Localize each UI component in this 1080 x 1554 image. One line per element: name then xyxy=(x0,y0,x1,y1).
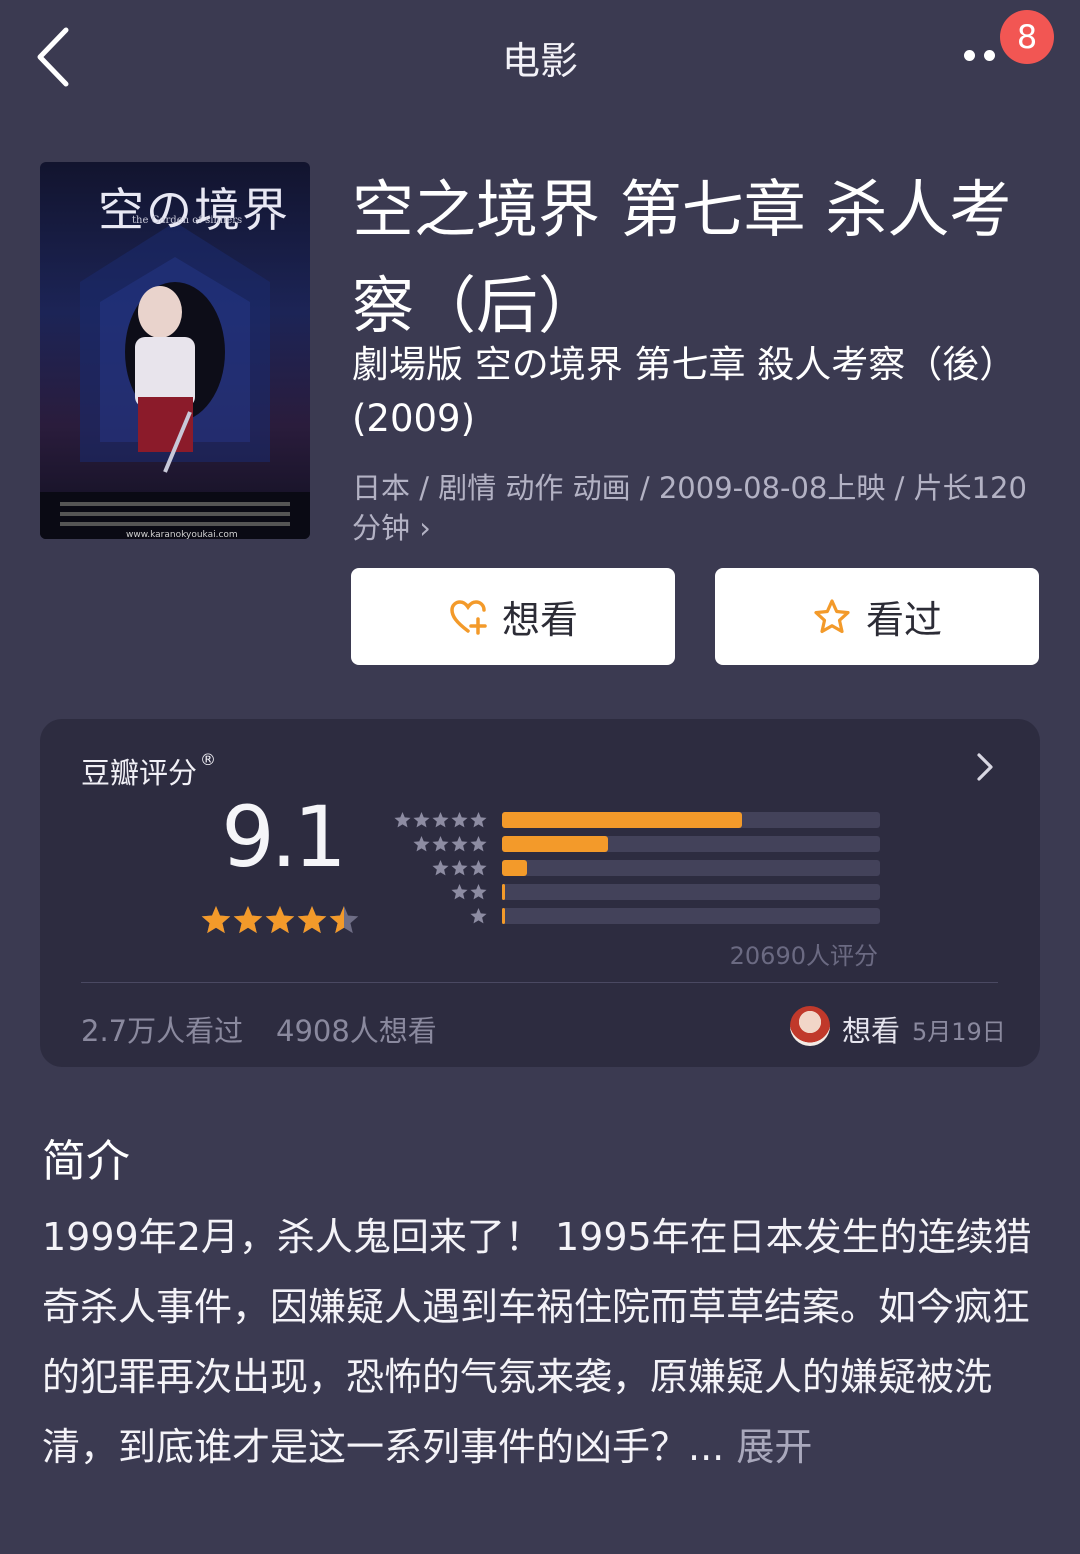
movie-title: 空之境界 第七章 杀人考察（后） xyxy=(352,173,1012,342)
more-dot-icon xyxy=(964,50,975,61)
mini-star-icon xyxy=(451,836,468,852)
original-title: 劇場版 空の境界 第七章 殺人考察（後）(2009) xyxy=(352,343,1017,440)
rating-stars xyxy=(201,906,359,934)
mini-stars-icon xyxy=(432,860,487,876)
mini-star-icon xyxy=(451,860,468,876)
poster-url-text: www.karanokyoukai.com xyxy=(126,530,238,540)
registered-mark: ® xyxy=(200,750,217,769)
rating-bar-fill xyxy=(502,908,505,924)
rating-score: 9.1 xyxy=(221,788,347,886)
rating-bar-track xyxy=(502,812,880,828)
more-button[interactable] xyxy=(958,40,1004,70)
page-title: 电影 xyxy=(501,39,578,83)
synopsis-body: 1999年2月，杀人鬼回来了！ 1995年在日本发生的连续猎奇杀人事件，因嫌疑人… xyxy=(42,1215,1032,1469)
divider xyxy=(81,982,998,983)
my-status: 想看 xyxy=(842,1014,901,1048)
star-outline-icon xyxy=(814,598,850,633)
mini-star-icon xyxy=(470,836,487,852)
heart-plus-icon xyxy=(450,599,487,635)
star-filled-icon xyxy=(297,906,327,934)
movie-meta-link[interactable]: 日本 / 剧情 动作 动画 / 2009-08-08上映 / 片长120分钟 › xyxy=(352,468,1052,548)
chevron-right-icon xyxy=(977,753,993,781)
mini-stars-icon xyxy=(451,884,487,900)
expand-link[interactable]: 展开 xyxy=(736,1425,812,1469)
mini-star-icon xyxy=(451,812,468,828)
rating-bar-fill xyxy=(502,860,527,876)
star-filled-icon xyxy=(265,906,295,934)
want-to-watch-label: 想看 xyxy=(501,598,578,642)
mini-star-icon xyxy=(470,812,487,828)
mini-star-icon xyxy=(394,812,411,828)
synopsis-text: 1999年2月，杀人鬼回来了！ 1995年在日本发生的连续猎奇杀人事件，因嫌疑人… xyxy=(42,1202,1042,1482)
rating-bar-fill xyxy=(502,836,608,852)
rating-bar-track xyxy=(502,908,880,924)
mini-star-icon xyxy=(451,884,468,900)
star-filled-icon xyxy=(233,906,263,934)
mini-star-icon xyxy=(432,812,449,828)
rating-label-text: 豆瓣评分 xyxy=(81,756,198,790)
want-to-watch-button[interactable]: 想看 xyxy=(351,568,675,665)
rating-label: 豆瓣评分 ® xyxy=(81,750,216,792)
watched-button[interactable]: 看过 xyxy=(715,568,1039,665)
watched-count: 2.7万人看过 xyxy=(81,1014,244,1048)
rating-bar-fill xyxy=(502,812,743,828)
synopsis-title: 简介 xyxy=(42,1136,130,1187)
my-status-date: 5月19日 xyxy=(912,1018,1006,1046)
vote-count[interactable]: 20690人评分 xyxy=(620,936,878,971)
mini-star-icon xyxy=(470,908,487,924)
rating-bar-track xyxy=(502,836,880,852)
more-dot-icon xyxy=(984,50,995,61)
mini-star-icon xyxy=(432,860,449,876)
rating-bar-fill xyxy=(502,884,505,900)
mini-star-icon xyxy=(413,836,430,852)
star-filled-icon xyxy=(201,906,231,934)
rating-bar-track xyxy=(502,860,880,876)
mini-star-icon xyxy=(470,884,487,900)
mini-star-icon xyxy=(470,860,487,876)
mini-star-icon xyxy=(432,836,449,852)
mini-stars-icon xyxy=(394,812,487,828)
watched-label: 看过 xyxy=(865,598,942,642)
poster-title-art: 空の境界 xyxy=(98,183,290,237)
mini-star-icon xyxy=(413,812,430,828)
mini-stars-icon xyxy=(413,836,487,852)
wish-count: 4908人想看 xyxy=(276,1014,437,1048)
notification-badge[interactable]: 8 xyxy=(1000,10,1054,64)
poster-subtitle-art: the Garden of sinners xyxy=(132,215,243,226)
rating-detail-button[interactable] xyxy=(972,752,998,782)
mini-stars-icon xyxy=(470,908,487,924)
avatar[interactable] xyxy=(790,1006,830,1046)
rating-bar-track xyxy=(502,884,880,900)
